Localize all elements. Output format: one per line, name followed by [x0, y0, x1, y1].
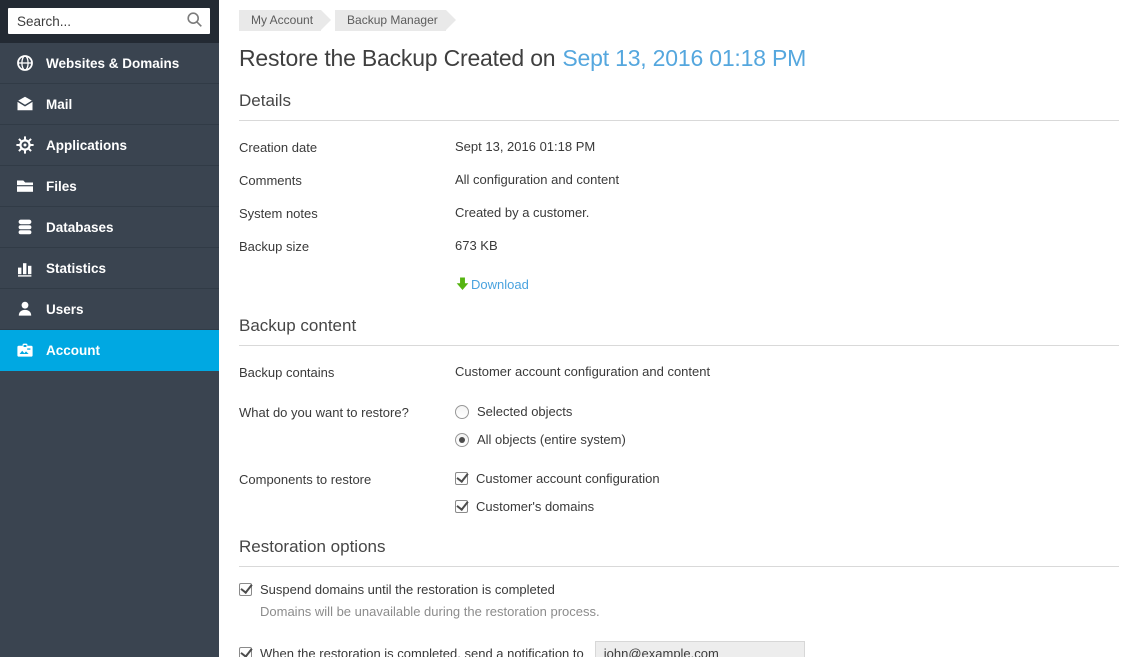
checkbox-customer-account-configuration-control[interactable]	[455, 472, 468, 485]
backup-contains-value: Customer account configuration and conte…	[455, 364, 710, 379]
checkbox-suspend-domains-label: Suspend domains until the restoration is…	[260, 582, 555, 597]
radio-selected-objects[interactable]: Selected objects	[455, 404, 626, 419]
sidebar-item-label: Applications	[46, 138, 127, 153]
restore-question-label: What do you want to restore?	[239, 404, 455, 420]
sidebar-item-label: Files	[46, 179, 77, 194]
breadcrumb-backup-manager[interactable]: Backup Manager	[335, 10, 446, 31]
sidebar-item-label: Databases	[46, 220, 114, 235]
restore-scope-row: What do you want to restore? Selected ob…	[239, 404, 1119, 447]
checkbox-customers-domains-control[interactable]	[455, 500, 468, 513]
backup-content-heading: Backup content	[239, 316, 1119, 346]
backup-size-value: 673 KB	[455, 238, 498, 253]
checkbox-customer-account-configuration[interactable]: Customer account configuration	[455, 471, 660, 486]
backup-content-section: Backup content Backup contains Customer …	[239, 316, 1119, 514]
database-icon	[15, 218, 34, 236]
sidebar-item-label: Websites & Domains	[46, 56, 179, 71]
radio-selected-objects-label: Selected objects	[477, 404, 572, 419]
suspend-domains-note: Domains will be unavailable during the r…	[260, 604, 1119, 619]
components-row: Components to restore Customer account c…	[239, 471, 1119, 514]
page-title: Restore the Backup Created on Sept 13, 20…	[239, 45, 1119, 72]
comments-value: All configuration and content	[455, 172, 619, 187]
backup-contains-row: Backup contains Customer account configu…	[239, 364, 1119, 380]
mail-icon	[15, 95, 34, 113]
sidebar-item-applications[interactable]: Applications	[0, 125, 219, 166]
sidebar: Websites & Domains Mail	[0, 0, 219, 657]
checkbox-send-notification-control[interactable]	[239, 647, 252, 657]
search-box[interactable]	[8, 8, 210, 34]
checkbox-send-notification[interactable]: When the restoration is completed, send …	[239, 641, 1119, 657]
sidebar-nav: Websites & Domains Mail	[0, 43, 219, 371]
sidebar-item-label: Statistics	[46, 261, 106, 276]
sidebar-item-files[interactable]: Files	[0, 166, 219, 207]
system-notes-value: Created by a customer.	[455, 205, 589, 220]
main-content: My Account Backup Manager Restore the Ba…	[219, 0, 1121, 657]
breadcrumb-my-account[interactable]: My Account	[239, 10, 321, 31]
globe-icon	[15, 54, 34, 72]
radio-selected-objects-control[interactable]	[455, 405, 469, 419]
backup-contains-label: Backup contains	[239, 364, 455, 380]
sidebar-item-label: Users	[46, 302, 84, 317]
sidebar-item-label: Account	[46, 343, 100, 358]
breadcrumb: My Account Backup Manager	[239, 10, 1119, 31]
bar-chart-icon	[15, 259, 34, 277]
restoration-options-heading: Restoration options	[239, 537, 1119, 567]
sidebar-search-area	[0, 0, 219, 43]
comments-label: Comments	[239, 172, 455, 188]
radio-all-objects-label: All objects (entire system)	[477, 432, 626, 447]
page-title-prefix: Restore the Backup Created on	[239, 45, 555, 71]
backup-size-label: Backup size	[239, 238, 455, 254]
notification-option: When the restoration is completed, send …	[239, 641, 1119, 657]
download-arrow-icon	[455, 277, 470, 292]
gear-icon	[15, 136, 34, 154]
checkbox-suspend-domains[interactable]: Suspend domains until the restoration is…	[239, 582, 1119, 597]
suspend-domains-option: Suspend domains until the restoration is…	[239, 582, 1119, 619]
details-heading: Details	[239, 91, 1119, 121]
checkbox-send-notification-label: When the restoration is completed, send …	[260, 646, 584, 657]
checkbox-customer-account-configuration-label: Customer account configuration	[476, 471, 660, 486]
creation-date-label: Creation date	[239, 139, 455, 155]
restoration-options-section: Restoration options Suspend domains unti…	[239, 537, 1119, 657]
system-notes-row: System notes Created by a customer.	[239, 205, 1119, 221]
sidebar-item-account[interactable]: Account	[0, 330, 219, 371]
comments-row: Comments All configuration and content	[239, 172, 1119, 188]
radio-all-objects[interactable]: All objects (entire system)	[455, 432, 626, 447]
checkbox-suspend-domains-control[interactable]	[239, 583, 252, 596]
user-icon	[15, 300, 34, 318]
page-title-date: Sept 13, 2016 01:18 PM	[562, 45, 806, 71]
folder-icon	[15, 177, 34, 195]
notification-email-input[interactable]	[595, 641, 805, 657]
download-label: Download	[471, 277, 529, 292]
sidebar-item-statistics[interactable]: Statistics	[0, 248, 219, 289]
sidebar-item-databases[interactable]: Databases	[0, 207, 219, 248]
sidebar-item-label: Mail	[46, 97, 72, 112]
sidebar-item-websites-domains[interactable]: Websites & Domains	[0, 43, 219, 84]
checkbox-customers-domains[interactable]: Customer's domains	[455, 499, 660, 514]
search-input[interactable]	[8, 8, 186, 34]
creation-date-row: Creation date Sept 13, 2016 01:18 PM	[239, 139, 1119, 155]
creation-date-value: Sept 13, 2016 01:18 PM	[455, 139, 595, 154]
sidebar-item-users[interactable]: Users	[0, 289, 219, 330]
checkbox-customers-domains-label: Customer's domains	[476, 499, 594, 514]
search-icon[interactable]	[186, 11, 203, 31]
backup-size-row: Backup size 673 KB	[239, 238, 1119, 254]
sidebar-item-mail[interactable]: Mail	[0, 84, 219, 125]
details-section: Details Creation date Sept 13, 2016 01:1…	[239, 91, 1119, 295]
components-label: Components to restore	[239, 471, 455, 487]
id-badge-icon	[15, 341, 34, 359]
download-link[interactable]: Download	[455, 277, 529, 292]
system-notes-label: System notes	[239, 205, 455, 221]
radio-all-objects-control[interactable]	[455, 433, 469, 447]
